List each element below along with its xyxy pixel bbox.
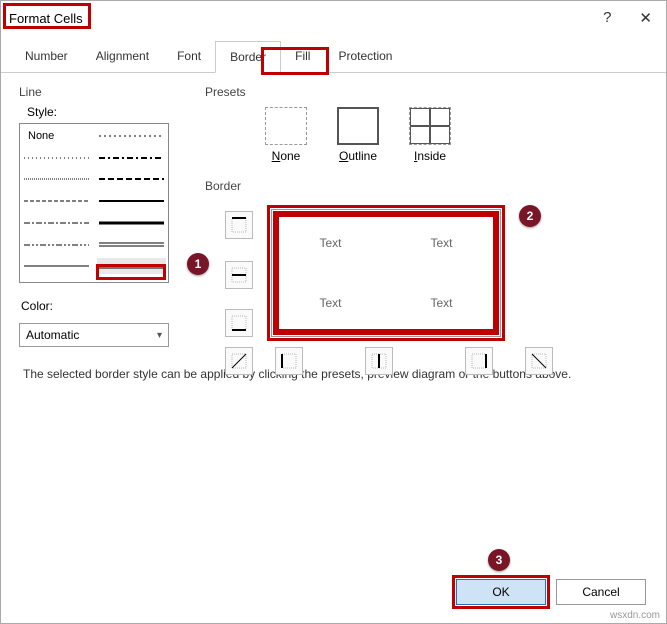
titlebar: Format Cells ? ✕ [1, 1, 666, 35]
style-label: Style: [27, 105, 189, 119]
line-style-option[interactable] [22, 258, 91, 274]
description-text: The selected border style can be applied… [1, 359, 666, 389]
border-section-label: Border [205, 179, 648, 193]
line-style-option[interactable] [97, 215, 166, 231]
preview-cell-text: Text [275, 273, 386, 333]
line-style-option[interactable] [22, 171, 91, 187]
presets-section-label: Presets [205, 85, 648, 99]
preview-cell-text: Text [386, 213, 497, 273]
callout-3: 3 [488, 549, 510, 571]
line-section-label: Line [19, 85, 189, 99]
line-section: Line Style: None 1 Color: [19, 85, 189, 347]
line-style-list[interactable]: None [19, 123, 169, 283]
tab-font[interactable]: Font [163, 41, 215, 72]
line-style-option[interactable] [97, 237, 166, 253]
tab-protection[interactable]: Protection [324, 41, 406, 72]
right-section: Presets None Outline Inside Border [205, 85, 648, 347]
annotation-preview-top [273, 211, 499, 217]
line-style-option[interactable] [97, 150, 166, 166]
preview-cell-text: Text [386, 273, 497, 333]
cancel-button[interactable]: Cancel [556, 579, 646, 605]
annotation-preview-right [493, 211, 499, 335]
format-cells-dialog: Format Cells ? ✕ Number Alignment Font B… [0, 0, 667, 624]
annotation-preview-left [273, 211, 279, 335]
line-style-option[interactable] [97, 193, 166, 209]
chevron-down-icon: ▾ [157, 330, 162, 341]
border-diag-up-button[interactable] [225, 347, 253, 375]
close-button[interactable]: ✕ [639, 9, 652, 27]
border-diag-down-button[interactable] [525, 347, 553, 375]
color-label: Color: [21, 299, 189, 313]
ok-button[interactable]: OK [456, 579, 546, 605]
line-style-option[interactable] [22, 237, 91, 253]
border-bottom-button[interactable] [225, 309, 253, 337]
line-style-option[interactable] [22, 215, 91, 231]
tab-fill[interactable]: Fill [281, 41, 324, 72]
help-button[interactable]: ? [603, 9, 611, 27]
border-preview-cells: Text Text Text Text [275, 213, 497, 333]
preset-inside[interactable]: Inside [409, 107, 451, 163]
callout-2: 2 [519, 205, 541, 227]
border-middle-v-button[interactable] [365, 347, 393, 375]
border-middle-h-button[interactable] [225, 261, 253, 289]
preset-outline-label: Outline [339, 149, 377, 163]
preview-cell-text: Text [275, 213, 386, 273]
line-style-option[interactable] [97, 171, 166, 187]
line-style-option[interactable] [22, 193, 91, 209]
line-style-option[interactable] [97, 128, 166, 144]
color-dropdown[interactable]: Automatic ▾ [19, 323, 169, 347]
color-value: Automatic [26, 328, 79, 342]
preset-outline[interactable]: Outline [337, 107, 379, 163]
window-title: Format Cells [9, 11, 83, 26]
line-style-option[interactable] [22, 150, 91, 166]
border-top-button[interactable] [225, 211, 253, 239]
line-style-selected[interactable] [97, 258, 166, 274]
border-right-button[interactable] [465, 347, 493, 375]
preset-none-label: None [272, 149, 301, 163]
annotation-preview-bottom [273, 329, 499, 335]
line-style-none[interactable]: None [22, 128, 91, 144]
border-left-button[interactable] [275, 347, 303, 375]
tab-border[interactable]: Border [215, 41, 281, 73]
tab-alignment[interactable]: Alignment [82, 41, 163, 72]
tab-bar: Number Alignment Font Border Fill Protec… [1, 41, 666, 73]
preset-none[interactable]: None [265, 107, 307, 163]
preset-inside-label: Inside [414, 149, 446, 163]
watermark: wsxdn.com [610, 610, 660, 621]
tab-number[interactable]: Number [11, 41, 82, 72]
